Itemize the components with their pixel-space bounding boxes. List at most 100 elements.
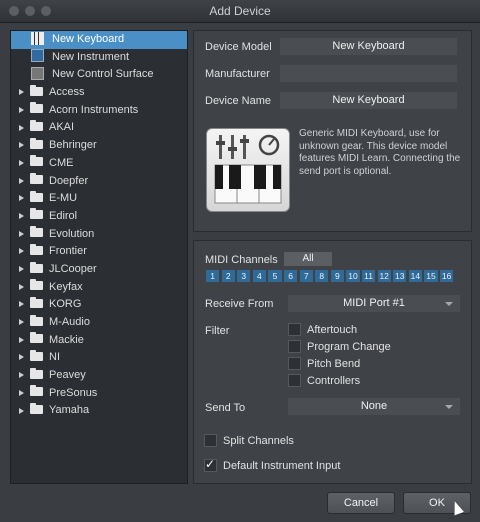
- folder-icon: [30, 84, 43, 96]
- split-channels-checkbox[interactable]: [204, 434, 217, 447]
- disclosure-arrow-icon[interactable]: [19, 407, 24, 414]
- device-tree[interactable]: New Keyboard New Instrument New Control Su…: [10, 30, 188, 484]
- tree-item[interactable]: New Instrument: [11, 49, 187, 67]
- midi-channel-button[interactable]: 5: [268, 270, 282, 282]
- tree-item[interactable]: Behringer: [11, 137, 187, 155]
- receive-from-select[interactable]: MIDI Port #1: [288, 295, 460, 312]
- disclosure-arrow-icon[interactable]: [19, 89, 24, 96]
- disclosure-arrow-icon[interactable]: [19, 389, 24, 396]
- send-to-value: None: [360, 400, 388, 412]
- midi-channel-button[interactable]: 13: [393, 270, 407, 282]
- disclosure-arrow-icon[interactable]: [19, 142, 24, 149]
- disclosure-arrow-icon[interactable]: [19, 283, 24, 290]
- disclosure-arrow-icon[interactable]: [19, 230, 24, 237]
- midi-channel-button[interactable]: 9: [330, 270, 344, 282]
- folder-icon: [30, 208, 43, 220]
- tree-item[interactable]: PreSonus: [11, 385, 187, 403]
- midi-channel-button[interactable]: 11: [362, 270, 376, 282]
- disclosure-arrow-icon[interactable]: [19, 336, 24, 343]
- program-change-checkbox[interactable]: [288, 340, 301, 353]
- folder-icon: [30, 296, 43, 308]
- aftertouch-checkbox[interactable]: [288, 323, 301, 336]
- disclosure-arrow-icon[interactable]: [19, 301, 24, 308]
- midi-channel-button[interactable]: 8: [315, 270, 329, 282]
- midi-channel-button[interactable]: 2: [221, 270, 235, 282]
- tree-item[interactable]: JLCooper: [11, 261, 187, 279]
- controllers-label: Controllers: [307, 375, 361, 387]
- folder-icon: [30, 403, 43, 415]
- tree-item[interactable]: Evolution: [11, 226, 187, 244]
- title-bar: Add Device: [0, 0, 480, 23]
- disclosure-arrow-icon[interactable]: [19, 177, 24, 184]
- device-model-field[interactable]: New Keyboard: [280, 38, 457, 55]
- tree-item[interactable]: NI: [11, 349, 187, 367]
- tree-item[interactable]: Mackie: [11, 332, 187, 350]
- midi-channels-label: MIDI Channels: [205, 254, 278, 266]
- folder-icon: [30, 243, 43, 255]
- controllers-checkbox[interactable]: [288, 374, 301, 387]
- tree-item-label: Mackie: [49, 333, 84, 346]
- tree-item-label: Edirol: [49, 209, 78, 222]
- tree-item[interactable]: M-Audio: [11, 314, 187, 332]
- midi-channel-button[interactable]: 15: [424, 270, 438, 282]
- midi-channel-button[interactable]: 6: [284, 270, 298, 282]
- tree-item[interactable]: Doepfer: [11, 173, 187, 191]
- midi-channel-button[interactable]: 14: [408, 270, 422, 282]
- midi-channel-button[interactable]: 10: [346, 270, 360, 282]
- folder-icon: [30, 367, 43, 379]
- manufacturer-label: Manufacturer: [205, 68, 270, 80]
- tree-item[interactable]: Peavey: [11, 367, 187, 385]
- manufacturer-field[interactable]: [280, 65, 457, 82]
- disclosure-arrow-icon[interactable]: [19, 319, 24, 326]
- cancel-button[interactable]: Cancel: [327, 492, 395, 514]
- tree-item-label: Evolution: [49, 227, 95, 240]
- tree-item-label: Frontier: [49, 245, 87, 258]
- disclosure-arrow-icon[interactable]: [19, 354, 24, 361]
- tree-item[interactable]: New Keyboard: [11, 31, 187, 49]
- midi-channel-button[interactable]: 1: [206, 270, 220, 282]
- pitch-bend-checkbox[interactable]: [288, 357, 301, 370]
- tree-item[interactable]: CME: [11, 155, 187, 173]
- midi-channel-button[interactable]: 4: [252, 270, 266, 282]
- keyboard-device-icon: [206, 128, 290, 212]
- tree-item[interactable]: Access: [11, 84, 187, 102]
- disclosure-arrow-icon[interactable]: [19, 266, 24, 273]
- folder-icon: [30, 279, 43, 291]
- tree-item[interactable]: Keyfax: [11, 279, 187, 297]
- filter-label: Filter: [205, 325, 230, 337]
- midi-channel-button[interactable]: 16: [440, 270, 454, 282]
- tree-item[interactable]: Yamaha: [11, 402, 187, 420]
- disclosure-arrow-icon[interactable]: [19, 372, 24, 379]
- tree-item[interactable]: New Control Surface: [11, 66, 187, 84]
- disclosure-arrow-icon[interactable]: [19, 159, 24, 166]
- default-instrument-input-checkbox[interactable]: [204, 457, 217, 472]
- device-info-panel: Device Model New Keyboard Manufacturer D…: [193, 30, 472, 232]
- tree-item-label: New Keyboard: [52, 33, 125, 45]
- device-name-field[interactable]: New Keyboard: [280, 92, 457, 109]
- disclosure-arrow-icon[interactable]: [19, 212, 24, 219]
- disclosure-arrow-icon[interactable]: [19, 248, 24, 255]
- folder-icon: [30, 137, 43, 149]
- send-to-select[interactable]: None: [288, 398, 460, 415]
- tree-item[interactable]: AKAI: [11, 119, 187, 137]
- keyboard-icon: [31, 31, 44, 45]
- tree-item[interactable]: Edirol: [11, 208, 187, 226]
- all-channels-button[interactable]: All: [284, 252, 332, 266]
- disclosure-arrow-icon[interactable]: [19, 195, 24, 202]
- midi-channel-button[interactable]: 12: [377, 270, 391, 282]
- midi-channel-button[interactable]: 3: [237, 270, 251, 282]
- control-surface-icon: [31, 66, 44, 80]
- tree-item[interactable]: Frontier: [11, 243, 187, 261]
- receive-from-value: MIDI Port #1: [343, 297, 405, 309]
- tree-item-label: New Control Surface: [52, 68, 154, 81]
- midi-channel-button[interactable]: 7: [299, 270, 313, 282]
- tree-item[interactable]: Acorn Instruments: [11, 102, 187, 120]
- disclosure-arrow-icon[interactable]: [19, 106, 24, 113]
- disclosure-arrow-icon[interactable]: [19, 124, 24, 131]
- send-to-label: Send To: [205, 402, 246, 414]
- tree-item[interactable]: E-MU: [11, 190, 187, 208]
- chevron-down-icon: [445, 405, 453, 409]
- folder-icon: [30, 226, 43, 238]
- midi-settings-panel: MIDI Channels All 1 2 3 4 5 6 7 8 9 10 11 12 13 14 15 1…: [193, 240, 472, 484]
- tree-item[interactable]: KORG: [11, 296, 187, 314]
